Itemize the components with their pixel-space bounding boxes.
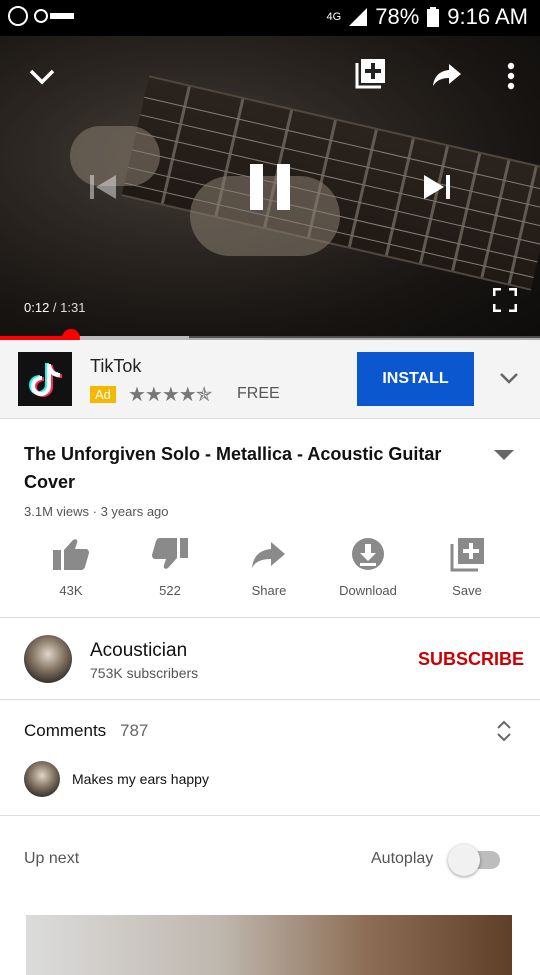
vpn-icon <box>8 6 28 26</box>
like-button[interactable]: 43K <box>26 536 116 598</box>
current-time: 0:12 <box>24 300 50 315</box>
video-meta: 3.1M views · 3 years ago <box>24 504 169 519</box>
commenter-avatar <box>24 761 60 797</box>
download-label: Download <box>339 583 397 598</box>
battery-icon <box>427 7 440 27</box>
expand-comments-icon[interactable] <box>496 719 512 743</box>
save-button[interactable]: Save <box>422 536 512 598</box>
channel-subscribers: 753K subscribers <box>90 665 199 681</box>
share-action-button[interactable]: Share <box>224 536 314 598</box>
tiktok-logo-icon <box>18 352 72 406</box>
ad-banner[interactable]: TikTok Ad ★★★★✯ FREE INSTALL <box>0 340 540 419</box>
divider <box>0 617 540 618</box>
subscribe-button[interactable]: SUBSCRIBE <box>418 649 524 670</box>
comments-label[interactable]: Comments <box>24 721 106 741</box>
ad-app-name: TikTok <box>90 356 142 376</box>
thumbs-up-icon <box>53 539 89 570</box>
network-type: 4G <box>326 10 342 23</box>
next-video-thumbnail[interactable] <box>26 915 512 975</box>
add-to-playlist-icon <box>450 538 484 572</box>
install-button[interactable]: INSTALL <box>357 352 474 406</box>
up-next-label: Up next <box>24 850 80 867</box>
time-display: 0:12 / 1:31 <box>24 300 85 315</box>
autoplay-label: Autoplay <box>371 850 434 867</box>
status-bar: 4G 78% 9:16 AM <box>0 0 540 36</box>
autoplay-toggle-knob[interactable] <box>448 844 480 876</box>
status-right: 4G 78% 9:16 AM <box>327 4 528 30</box>
minimize-chevron-icon[interactable] <box>28 62 56 90</box>
next-icon[interactable] <box>422 172 452 202</box>
divider <box>0 815 540 816</box>
expand-description-icon[interactable] <box>494 450 514 460</box>
ad-badge: Ad <box>90 386 116 403</box>
channel-name[interactable]: Acoustician <box>90 640 187 662</box>
thumbs-down-icon <box>152 538 188 569</box>
dislike-count: 522 <box>159 583 181 598</box>
add-to-playlist-icon[interactable] <box>354 58 386 90</box>
save-label: Save <box>452 583 482 598</box>
rating-stars: ★★★★✯ <box>128 384 212 406</box>
ad-price: FREE <box>237 385 280 402</box>
key-shaft-icon <box>50 13 74 19</box>
signal-icon <box>349 8 368 26</box>
clock: 9:16 AM <box>447 4 528 29</box>
share-label: Share <box>251 583 287 598</box>
previous-icon[interactable] <box>88 172 118 202</box>
duration: 1:31 <box>60 300 86 315</box>
more-options-icon[interactable] <box>506 62 516 90</box>
status-left-icons <box>8 6 74 26</box>
divider <box>0 699 540 700</box>
pause-icon[interactable] <box>248 162 292 212</box>
channel-avatar[interactable] <box>24 635 72 683</box>
like-count: 43K <box>59 583 83 598</box>
ad-expand-chevron-icon[interactable] <box>498 370 520 386</box>
top-comment-text[interactable]: Makes my ears happy <box>72 771 209 787</box>
dislike-button[interactable]: 522 <box>125 536 215 598</box>
download-button[interactable]: Download <box>323 536 413 598</box>
fullscreen-icon[interactable] <box>493 288 517 312</box>
share-icon[interactable] <box>432 62 462 88</box>
download-icon <box>352 538 384 570</box>
key-icon <box>34 9 48 23</box>
comments-count: 787 <box>120 721 149 740</box>
battery-percent: 78% <box>375 4 420 29</box>
video-player[interactable]: 0:12 / 1:31 <box>0 36 540 338</box>
time-separator: / <box>49 300 61 315</box>
share-icon <box>252 542 285 568</box>
video-title[interactable]: The Unforgiven Solo - Metallica - Acoust… <box>24 440 474 496</box>
